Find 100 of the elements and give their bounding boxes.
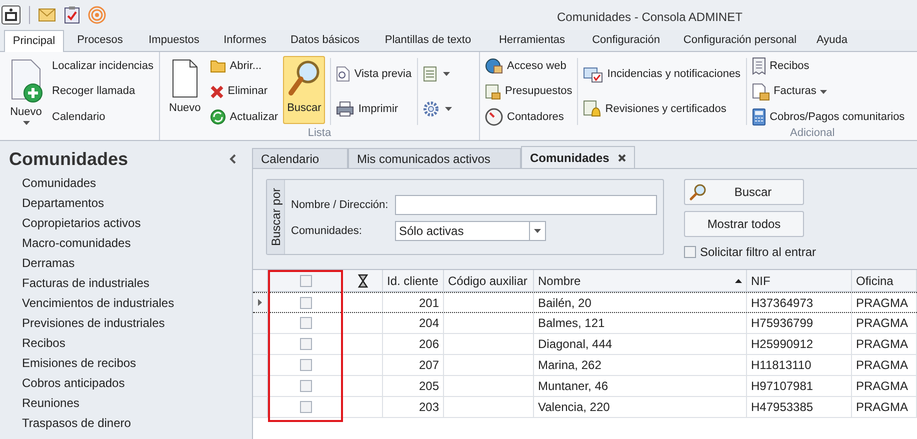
dropdown-button[interactable] xyxy=(422,64,452,84)
new-document-icon xyxy=(9,59,43,103)
sidebar-item[interactable]: Traspasos de dinero xyxy=(22,413,131,433)
app-icon xyxy=(1,5,21,25)
checkbox[interactable] xyxy=(300,317,312,329)
ribbon-button[interactable]: Nuevo xyxy=(165,56,205,124)
ribbon-button[interactable]: Abrir... xyxy=(210,56,278,76)
dropdown-field[interactable]: Sólo activas xyxy=(395,221,546,241)
sort-icon xyxy=(735,278,742,282)
envelope-icon xyxy=(38,8,56,22)
sidebar-item[interactable]: Vencimientos de industriales xyxy=(22,293,174,313)
ribbon-button[interactable]: Localizar incidencias xyxy=(52,56,154,76)
sidebar-item[interactable]: Cobros anticipados xyxy=(22,373,125,393)
sidebar-item[interactable]: Derramas xyxy=(22,253,75,273)
checkbox[interactable] xyxy=(300,380,312,392)
table-cell-text: Balmes, 121 xyxy=(538,315,605,332)
ribbon-button[interactable]: Calendario xyxy=(52,107,154,127)
ribbon-tab[interactable]: Plantillas de texto xyxy=(372,30,484,51)
sidebar-item[interactable]: Emisiones de recibos xyxy=(22,353,136,373)
ribbon-tab[interactable]: Impuestos xyxy=(136,30,212,51)
caret-icon xyxy=(534,229,541,233)
sidebar-item[interactable]: Reuniones xyxy=(22,393,80,413)
table-cell-text: PRAGMA xyxy=(856,294,908,312)
ribbon-tab[interactable]: Herramientas xyxy=(484,30,580,51)
ribbon-tab[interactable]: Configuración personal xyxy=(672,30,808,51)
ribbon-button[interactable]: Contadores xyxy=(485,107,572,127)
ribbon-button[interactable]: Acceso web xyxy=(485,56,572,76)
ribbon-button[interactable]: Cobros/Pagos comunitarios xyxy=(752,107,905,127)
gear-icon xyxy=(422,101,439,118)
group-label: Lista xyxy=(308,127,332,139)
table-cell-text: Bailén, 20 xyxy=(538,294,592,312)
sidebar-item[interactable]: Macro-comunidades xyxy=(22,233,131,253)
ribbon-button[interactable]: Recoger llamada xyxy=(52,82,154,102)
column-header[interactable]: NIF xyxy=(747,270,852,291)
table-cell-text: 206 xyxy=(418,336,439,353)
ribbon-button[interactable]: Imprimir xyxy=(336,99,412,120)
table-cell-text: H37364973 xyxy=(751,294,814,312)
ribbon-button[interactable]: Revisiones y certificados xyxy=(583,99,741,120)
field-label: Nombre / Dirección: xyxy=(291,198,390,213)
table-cell-text: H47953385 xyxy=(751,399,814,416)
checkbox[interactable] xyxy=(300,359,312,371)
table-cell-text: H25990912 xyxy=(751,336,814,353)
ribbon-button[interactable]: Eliminar xyxy=(210,82,278,102)
checkbox[interactable] xyxy=(300,338,312,350)
checkbox[interactable] xyxy=(300,296,312,308)
action-button[interactable]: Mostrar todos xyxy=(684,211,804,237)
sidebar-title: Comunidades xyxy=(9,148,128,170)
document-tab[interactable]: Comunidades xyxy=(521,146,635,168)
ribbon-tab[interactable]: Procesos xyxy=(64,30,136,51)
column-header[interactable]: Oficina xyxy=(852,270,917,291)
sidebar-item[interactable]: Recibos xyxy=(22,333,66,353)
sidebar-item[interactable]: Previsiones de industriales xyxy=(22,313,165,333)
ribbon-button[interactable]: Presupuestos xyxy=(485,82,572,102)
printer-icon xyxy=(336,101,354,118)
ribbon-button[interactable]: Nuevo xyxy=(5,56,47,124)
checkbox[interactable] xyxy=(300,401,312,413)
envelope-check-icon xyxy=(583,64,604,83)
table-cell-text: PRAGMA xyxy=(856,336,908,353)
caret-icon xyxy=(820,90,828,94)
gauge-icon xyxy=(485,108,503,126)
column-header[interactable]: Código auxiliar xyxy=(444,270,534,291)
table-cell-text: 201 xyxy=(418,294,439,312)
option-checkbox[interactable]: Solicitar filtro al entrar xyxy=(684,243,816,261)
cross-icon xyxy=(210,84,224,98)
invoice-icon xyxy=(752,82,770,100)
column-header[interactable]: Id. cliente xyxy=(383,270,444,291)
action-button[interactable]: Buscar xyxy=(684,179,804,205)
globe-icon xyxy=(485,58,503,74)
sidebar-item[interactable]: Copropietarios activos xyxy=(22,213,141,233)
collapse-icon xyxy=(229,154,236,164)
ribbon-button[interactable]: Vista previa xyxy=(336,64,412,84)
calculator-sheet-icon xyxy=(485,84,501,100)
document-tab[interactable]: Calendario xyxy=(252,148,348,168)
ribbon-button[interactable]: Incidencias y notificaciones xyxy=(583,64,741,84)
ribbon-button[interactable]: Recibos xyxy=(752,56,905,76)
ribbon-button[interactable]: Actualizar xyxy=(210,107,278,127)
ribbon-tab[interactable]: Informes xyxy=(212,30,278,51)
ribbon-button[interactable]: Buscar xyxy=(283,56,326,124)
bell-certificate-icon xyxy=(583,100,602,118)
table-cell-text: 207 xyxy=(418,357,439,374)
close-icon xyxy=(618,154,626,162)
ribbon-tab[interactable]: Ayuda xyxy=(808,30,856,51)
input-field[interactable] xyxy=(395,195,657,215)
ribbon-tab[interactable]: Datos básicos xyxy=(278,30,372,51)
sidebar-item[interactable]: Facturas de industriales xyxy=(22,273,150,293)
search-icon xyxy=(689,183,707,201)
table-cell-text: Marina, 262 xyxy=(538,357,602,374)
ribbon-button[interactable]: Facturas xyxy=(752,82,905,102)
table-cell-text: PRAGMA xyxy=(856,357,908,374)
row-header[interactable] xyxy=(253,293,268,312)
document-tab[interactable]: Mis comunicados activos xyxy=(348,148,521,168)
sidebar-item[interactable]: Departamentos xyxy=(22,193,104,213)
dropdown-button[interactable] xyxy=(422,99,452,120)
table-cell-text: 204 xyxy=(418,315,439,332)
column-header[interactable]: Nombre xyxy=(534,270,747,291)
checkbox[interactable] xyxy=(300,274,312,286)
caret-icon xyxy=(22,121,30,125)
sidebar-item[interactable]: Comunidades xyxy=(22,173,96,193)
ribbon-tab[interactable]: Configuración xyxy=(580,30,672,51)
ribbon-tab[interactable]: Principal xyxy=(4,30,64,52)
